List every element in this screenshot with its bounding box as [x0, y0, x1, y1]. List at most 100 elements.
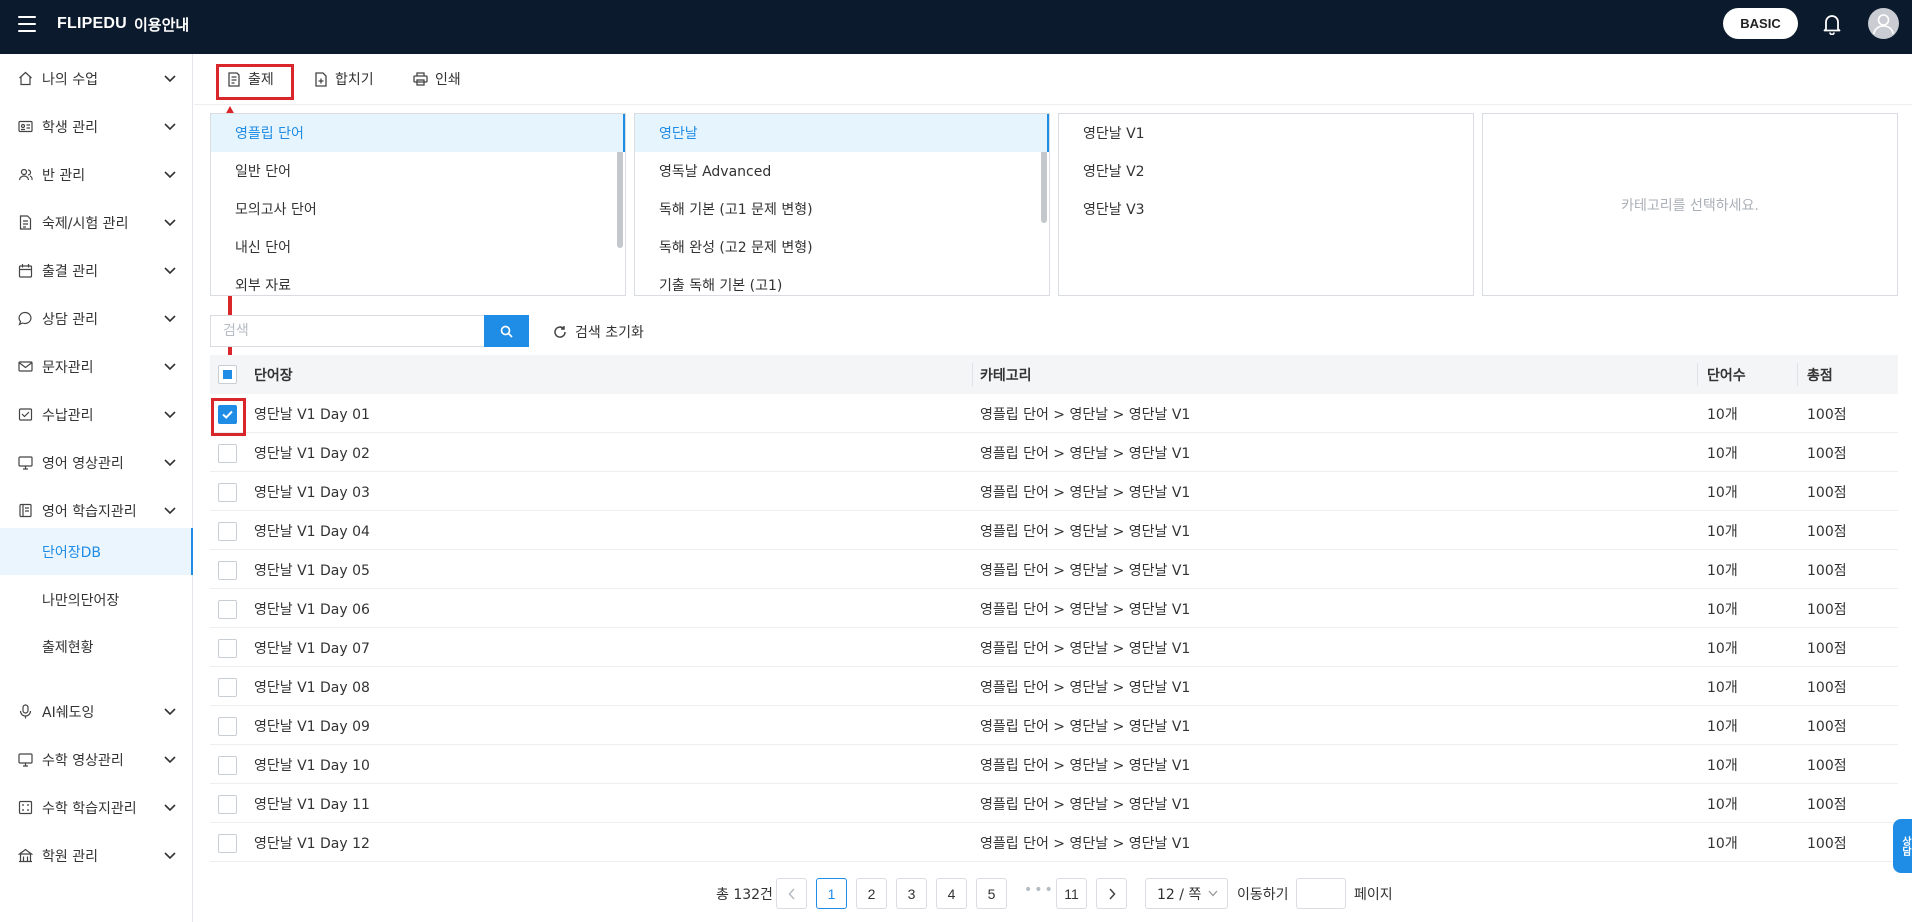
page-ellipsis[interactable]: ••• [1024, 882, 1055, 898]
table-row[interactable]: 영단날 V1 Day 04 영플립 단어 > 영단날 > 영단날 V1 10개 100… [210, 511, 1898, 550]
row-name[interactable]: 영단날 V1 Day 01 [254, 404, 370, 424]
sidebar-item-3[interactable]: 반 관리 [0, 150, 193, 198]
category-option[interactable]: 독해 기본 (고1 문제 변형) [635, 190, 1049, 228]
category-option[interactable]: 영단날 V3 [1059, 190, 1473, 228]
category-option[interactable]: 영플립 단어 [211, 114, 625, 152]
sidebar-item-4[interactable]: 숙제/시험 관리 [0, 198, 193, 246]
category-option[interactable]: 기출 독해 기본 (고1) [635, 266, 1049, 295]
sidebar-item-10[interactable]: 영어 학습지관리 [0, 486, 193, 534]
page-button-5[interactable]: 5 [976, 878, 1007, 909]
category-option[interactable]: 내신 단어 [211, 228, 625, 266]
row-name[interactable]: 영단날 V1 Day 10 [254, 755, 370, 775]
row-category: 영플립 단어 > 영단날 > 영단날 V1 [980, 758, 1191, 774]
avatar[interactable] [1868, 8, 1899, 39]
sidebar-item-12[interactable]: AI쉐도잉 [0, 687, 193, 735]
row-name[interactable]: 영단날 V1 Day 07 [254, 638, 370, 658]
row-name[interactable]: 영단날 V1 Day 12 [254, 833, 370, 853]
table-row[interactable]: 영단날 V1 Day 12 영플립 단어 > 영단날 > 영단날 V1 10개 100… [210, 823, 1898, 862]
page-button-2[interactable]: 2 [856, 878, 887, 909]
table-row[interactable]: 영단날 V1 Day 05 영플립 단어 > 영단날 > 영단날 V1 10개 100… [210, 550, 1898, 589]
row-checkbox[interactable] [218, 834, 237, 853]
sidebar-item-5[interactable]: 출결 관리 [0, 246, 193, 294]
row-checkbox[interactable] [218, 483, 237, 502]
sidebar-item-14[interactable]: 수학 학습지관리 [0, 783, 193, 831]
category-option[interactable]: 영단날 [635, 114, 1049, 152]
category-option[interactable]: 일반 단어 [211, 152, 625, 190]
next-page-button[interactable] [1096, 878, 1127, 909]
row-checkbox[interactable] [218, 678, 237, 697]
row-category: 영플립 단어 > 영단날 > 영단날 V1 [980, 797, 1191, 813]
row-checkbox[interactable] [218, 717, 237, 736]
row-name[interactable]: 영단날 V1 Day 03 [254, 482, 370, 502]
print-button[interactable]: 인쇄 [413, 68, 461, 90]
table-row[interactable]: 영단날 V1 Day 10 영플립 단어 > 영단날 > 영단날 V1 10개 100… [210, 745, 1898, 784]
chevron-down-icon [164, 507, 176, 515]
row-category: 영플립 단어 > 영단날 > 영단날 V1 [980, 524, 1191, 540]
row-name[interactable]: 영단날 V1 Day 11 [254, 794, 370, 814]
row-score: 100점 [1807, 563, 1847, 579]
category-option[interactable]: 모의고사 단어 [211, 190, 625, 228]
sidebar-item-15[interactable]: 학원 관리 [0, 831, 193, 879]
row-name[interactable]: 영단날 V1 Day 08 [254, 677, 370, 697]
row-checkbox[interactable] [218, 522, 237, 541]
table-row[interactable]: 영단날 V1 Day 06 영플립 단어 > 영단날 > 영단날 V1 10개 100… [210, 589, 1898, 628]
page-button-last[interactable]: 11 [1056, 878, 1087, 909]
bell-icon[interactable] [1822, 13, 1842, 35]
table-row[interactable]: 영단날 V1 Day 01 영플립 단어 > 영단날 > 영단날 V1 10개 100… [210, 394, 1898, 433]
sidebar-item-8[interactable]: 수납관리 [0, 390, 193, 438]
sidebar-item-13[interactable]: 수학 영상관리 [0, 735, 193, 783]
sidebar-subitem-1[interactable]: 단어장DB [0, 528, 193, 575]
merge-button[interactable]: 합치기 [314, 68, 374, 90]
table-row[interactable]: 영단날 V1 Day 11 영플립 단어 > 영단날 > 영단날 V1 10개 100… [210, 784, 1898, 823]
row-checkbox[interactable] [218, 639, 237, 658]
sidebar-item-6[interactable]: 상담 관리 [0, 294, 193, 342]
row-name[interactable]: 영단날 V1 Day 06 [254, 599, 370, 619]
category-option[interactable]: 영단날 V2 [1059, 152, 1473, 190]
page-button-4[interactable]: 4 [936, 878, 967, 909]
sidebar-item-7[interactable]: 문자관리 [0, 342, 193, 390]
row-checkbox[interactable] [218, 444, 237, 463]
sidebar-item-label: 학원 관리 [42, 849, 98, 865]
table-row[interactable]: 영단날 V1 Day 07 영플립 단어 > 영단날 > 영단날 V1 10개 100… [210, 628, 1898, 667]
hamburger-menu-icon[interactable] [18, 16, 36, 32]
search-reset-button[interactable]: 검색 초기화 [553, 322, 644, 342]
consult-float-tab[interactable]: 상담 [1893, 819, 1912, 873]
guide-link[interactable]: 이용안내 [134, 14, 189, 35]
category-option[interactable]: 외부 자료 [211, 266, 625, 295]
search-button[interactable] [484, 315, 529, 347]
row-name[interactable]: 영단날 V1 Day 09 [254, 716, 370, 736]
table-row[interactable]: 영단날 V1 Day 03 영플립 단어 > 영단날 > 영단날 V1 10개 100… [210, 472, 1898, 511]
category-option[interactable]: 독해 완성 (고2 문제 변형) [635, 228, 1049, 266]
row-checkbox[interactable] [218, 756, 237, 775]
table-row[interactable]: 영단날 V1 Day 08 영플립 단어 > 영단날 > 영단날 V1 10개 100… [210, 667, 1898, 706]
issue-highlight-box [216, 64, 294, 100]
row-checkbox[interactable] [218, 795, 237, 814]
table-row[interactable]: 영단날 V1 Day 02 영플립 단어 > 영단날 > 영단날 V1 10개 100… [210, 433, 1898, 472]
row-checkbox[interactable] [218, 600, 237, 619]
category-option[interactable]: 영독날 Advanced [635, 152, 1049, 190]
sidebar-item-2[interactable]: 학생 관리 [0, 102, 193, 150]
row-name[interactable]: 영단날 V1 Day 05 [254, 560, 370, 580]
plan-badge[interactable]: BASIC [1723, 8, 1798, 39]
page-button-3[interactable]: 3 [896, 878, 927, 909]
sidebar-item-1[interactable]: 나의 수업 [0, 54, 193, 102]
prev-page-button[interactable] [776, 878, 807, 909]
row-checkbox[interactable] [218, 561, 237, 580]
category-option[interactable]: 영단날 V1 [1059, 114, 1473, 152]
row-name[interactable]: 영단날 V1 Day 04 [254, 521, 370, 541]
select-all-checkbox[interactable] [218, 365, 237, 384]
goto-page-input[interactable] [1296, 878, 1346, 909]
search-input[interactable] [210, 315, 484, 347]
sidebar-subitem-2[interactable]: 나만의단어장 [0, 576, 193, 623]
sidebar-item-9[interactable]: 영어 영상관리 [0, 438, 193, 486]
page-size-select[interactable]: 12 / 쪽 [1145, 878, 1228, 909]
category-panel-1: 영플립 단어 일반 단어 모의고사 단어 내신 단어 외부 자료 [210, 113, 626, 296]
row-name[interactable]: 영단날 V1 Day 02 [254, 443, 370, 463]
table-row[interactable]: 영단날 V1 Day 09 영플립 단어 > 영단날 > 영단날 V1 10개 100… [210, 706, 1898, 745]
column-separator [972, 363, 973, 386]
page-button-1[interactable]: 1 [816, 878, 847, 909]
brand-logo[interactable]: FLIPEDU [57, 15, 127, 33]
checkbox-highlight-box [211, 398, 246, 436]
chevron-right-icon [1108, 887, 1116, 900]
sidebar-subitem-3[interactable]: 출제현황 [0, 623, 193, 670]
